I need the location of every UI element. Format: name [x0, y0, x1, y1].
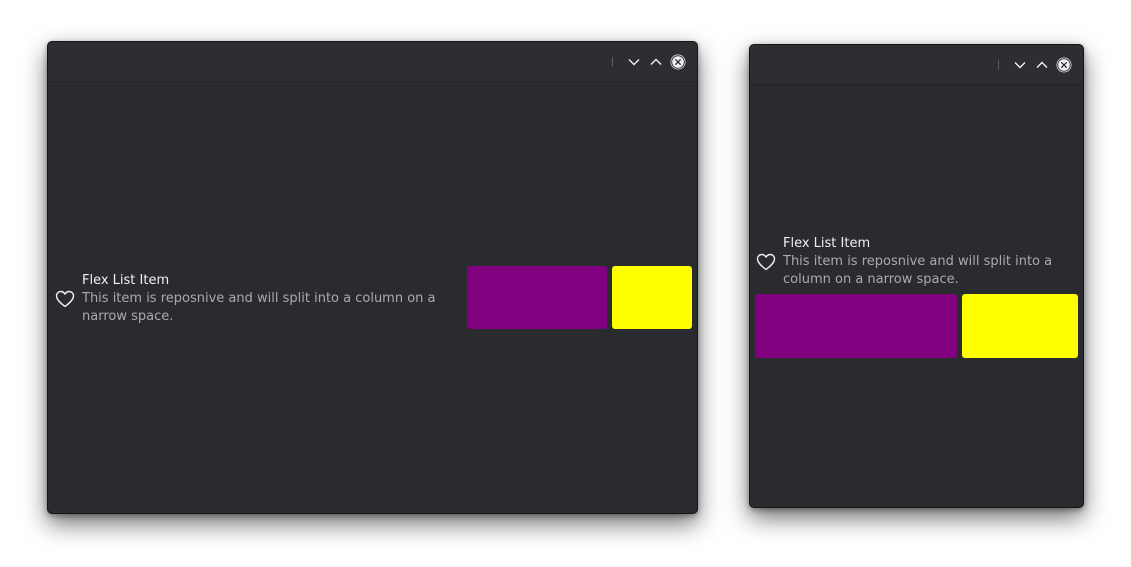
chevron-down-icon — [628, 59, 640, 66]
purple-rectangle — [467, 266, 607, 329]
chevron-up-icon — [1036, 61, 1048, 68]
close-icon — [1056, 57, 1072, 73]
maximize-button[interactable] — [1033, 56, 1051, 74]
item-text: Flex List Item This item is reposnive an… — [783, 235, 1052, 289]
titlebar[interactable] — [750, 45, 1083, 85]
window-content: Flex List Item This item is reposnive an… — [750, 85, 1083, 507]
yellow-rectangle — [612, 266, 692, 329]
item-subtitle-line1: This item is reposnive and will split in… — [82, 291, 436, 306]
window-narrow: Flex List Item This item is reposnive an… — [749, 44, 1084, 508]
flex-list-item[interactable]: Flex List Item This item is reposnive an… — [54, 272, 436, 326]
minimize-button[interactable] — [625, 53, 643, 71]
titlebar-separator — [612, 57, 613, 67]
item-title: Flex List Item — [82, 273, 170, 288]
maximize-button[interactable] — [647, 53, 665, 71]
minimize-button[interactable] — [1011, 56, 1029, 74]
flex-list-item[interactable]: Flex List Item This item is reposnive an… — [755, 235, 1052, 289]
item-text: Flex List Item This item is reposnive an… — [82, 272, 436, 326]
close-button[interactable] — [669, 53, 687, 71]
item-subtitle-line2: column on a narrow space. — [783, 272, 959, 287]
heart-icon — [54, 288, 76, 310]
window-controls — [998, 56, 1073, 74]
chevron-up-icon — [650, 58, 662, 65]
window-content: Flex List Item This item is reposnive an… — [48, 82, 697, 513]
item-subtitle-line2: narrow space. — [82, 309, 174, 324]
yellow-rectangle — [962, 294, 1078, 358]
titlebar[interactable] — [48, 42, 697, 82]
titlebar-separator — [998, 60, 999, 70]
item-title: Flex List Item — [783, 236, 871, 251]
chevron-down-icon — [1014, 62, 1026, 69]
heart-icon — [755, 251, 777, 273]
close-icon — [670, 54, 686, 70]
item-subtitle-line1: This item is reposnive and will split in… — [783, 254, 1053, 269]
purple-rectangle — [755, 294, 957, 358]
close-button[interactable] — [1055, 56, 1073, 74]
window-controls — [612, 53, 687, 71]
window-wide: Flex List Item This item is reposnive an… — [47, 41, 698, 514]
